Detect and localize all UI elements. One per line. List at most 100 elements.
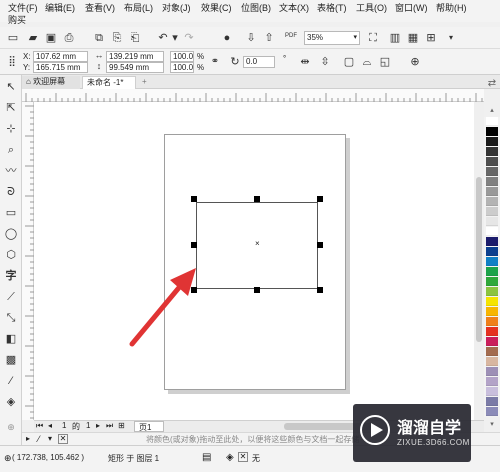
chamfer-corner-icon[interactable]: ◱ (378, 55, 392, 69)
export-pdf-icon[interactable]: PDF (282, 29, 300, 43)
selection-handle[interactable] (317, 196, 323, 202)
previous-page-icon[interactable]: ◂ (48, 421, 52, 430)
docker-expand-icon[interactable]: ⇄ (486, 78, 498, 90)
scalloped-corner-icon[interactable]: ⌓ (360, 55, 374, 69)
page-tab[interactable]: 页1 (134, 421, 164, 432)
lock-ratio-icon[interactable]: ⚭ (208, 55, 222, 69)
import-icon[interactable]: ⇩ (244, 31, 258, 45)
zoom-tool-icon[interactable]: ⌕ (4, 143, 18, 157)
color-swatch[interactable] (486, 387, 498, 396)
rectangle-tool-icon[interactable]: ▭ (4, 206, 18, 220)
color-swatch[interactable] (486, 297, 498, 306)
add-tab-button[interactable]: + (138, 76, 152, 89)
color-swatch[interactable] (486, 397, 498, 406)
artistic-media-icon[interactable]: ᘐ (4, 185, 18, 199)
rulers-icon[interactable]: ▥ (388, 31, 402, 45)
full-screen-icon[interactable]: ⛶ (366, 31, 380, 45)
object-origin-icon[interactable]: ⣿ (5, 55, 19, 69)
eyedropper-tool-icon[interactable]: ⁄ (4, 374, 18, 388)
color-swatch[interactable] (486, 277, 498, 286)
color-swatch[interactable] (486, 187, 498, 196)
rotation-input[interactable]: 0.0 (243, 56, 275, 68)
transparency-tool-icon[interactable]: ▩ (4, 353, 18, 367)
y-position-input[interactable]: 165.715 mm (33, 62, 88, 73)
print-icon[interactable]: ⎙ (62, 31, 76, 45)
pick-tool-icon[interactable]: ↖ (4, 80, 18, 94)
palette-menu-icon[interactable]: ▸ (26, 434, 30, 443)
new-document-icon[interactable]: ▭ (6, 31, 20, 45)
color-swatch[interactable] (486, 227, 498, 236)
menu-effects[interactable]: 效果(C) (201, 1, 232, 14)
vertical-scroll-thumb[interactable] (476, 177, 482, 342)
selection-handle[interactable] (317, 287, 323, 293)
menu-bitmap[interactable]: 位图(B) (241, 1, 271, 14)
mirror-vertical-icon[interactable]: ⇳ (318, 55, 332, 69)
fill-icon[interactable]: ◈ (226, 452, 234, 463)
text-tool-icon[interactable]: 字 (4, 269, 18, 283)
tab-document[interactable]: 未命名 -1* (82, 76, 136, 89)
selection-handle[interactable] (317, 242, 323, 248)
color-swatch[interactable] (486, 137, 498, 146)
color-swatch[interactable] (486, 267, 498, 276)
launcher-icon[interactable]: ● (220, 31, 234, 45)
cut-icon[interactable]: ⧉ (92, 31, 106, 45)
width-input[interactable]: 139.219 mm (106, 51, 164, 62)
color-swatch[interactable] (486, 217, 498, 226)
paste-icon[interactable]: ⎗ (128, 31, 142, 45)
color-swatch[interactable] (486, 207, 498, 216)
tab-welcome-screen[interactable]: ⌂ 欢迎屏幕 (22, 76, 80, 89)
undo-dropdown-icon[interactable]: ▾ (168, 31, 182, 45)
color-swatch[interactable] (486, 327, 498, 336)
vertical-ruler[interactable] (22, 102, 34, 420)
add-page-icon[interactable]: ⊞ (118, 421, 125, 430)
color-swatch[interactable] (486, 127, 498, 136)
color-swatch[interactable] (486, 177, 498, 186)
menu-tools[interactable]: 工具(O) (356, 1, 387, 14)
selection-handle[interactable] (254, 287, 260, 293)
color-swatch[interactable] (486, 167, 498, 176)
selection-handle[interactable] (191, 242, 197, 248)
connector-tool-icon[interactable]: ⤡ (4, 311, 18, 325)
color-swatch[interactable] (486, 377, 498, 386)
color-swatch[interactable] (486, 257, 498, 266)
interactive-fill-icon[interactable]: ◈ (4, 395, 18, 409)
redo-icon[interactable]: ↷ (182, 31, 196, 45)
drawing-canvas[interactable]: × (34, 102, 474, 420)
selection-handle[interactable] (254, 196, 260, 202)
color-swatch[interactable] (486, 347, 498, 356)
menu-table[interactable]: 表格(T) (317, 1, 347, 14)
color-proof-icon[interactable]: ▤ (202, 452, 211, 463)
scale-width-input[interactable]: 100.0 (170, 51, 194, 62)
copy-icon[interactable]: ⎘ (110, 31, 124, 45)
open-folder-icon[interactable]: ▰ (26, 31, 40, 45)
palette-dropdown-icon[interactable]: ▾ (48, 434, 52, 443)
export-icon[interactable]: ⇧ (262, 31, 276, 45)
last-page-icon[interactable]: ⏭ (106, 421, 113, 431)
menu-window[interactable]: 窗口(W) (395, 1, 428, 14)
color-swatch[interactable] (486, 147, 498, 156)
palette-scroll-down-icon[interactable]: ▾ (486, 420, 498, 429)
shape-tool-icon[interactable]: ⇱ (4, 101, 18, 115)
add-tool-icon[interactable]: ⊕ (4, 420, 18, 434)
color-swatch[interactable] (486, 317, 498, 326)
vertical-scrollbar[interactable] (474, 102, 484, 420)
no-color-icon[interactable]: ✕ (58, 434, 68, 444)
color-swatch[interactable] (486, 287, 498, 296)
color-swatch[interactable] (486, 367, 498, 376)
color-swatch[interactable] (486, 157, 498, 166)
menu-buy[interactable]: 购买 (8, 13, 26, 26)
grid-icon[interactable]: ▦ (406, 31, 420, 45)
color-swatch[interactable] (486, 237, 498, 246)
zoom-select[interactable]: 35% ▾ (304, 31, 360, 45)
rotate-icon[interactable]: ↻ (228, 55, 242, 69)
parallel-dimension-icon[interactable]: ⟋ (4, 290, 18, 304)
color-swatch[interactable] (486, 357, 498, 366)
round-corner-icon[interactable]: ▢ (342, 55, 356, 69)
menu-help[interactable]: 帮助(H) (436, 1, 467, 14)
horizontal-ruler[interactable] (22, 89, 484, 102)
toolbar-options-icon[interactable]: ▾ (444, 31, 458, 45)
color-swatch[interactable] (486, 197, 498, 206)
color-swatch[interactable] (486, 407, 498, 416)
selection-handle[interactable] (191, 196, 197, 202)
first-page-icon[interactable]: ⏮ (36, 421, 43, 431)
